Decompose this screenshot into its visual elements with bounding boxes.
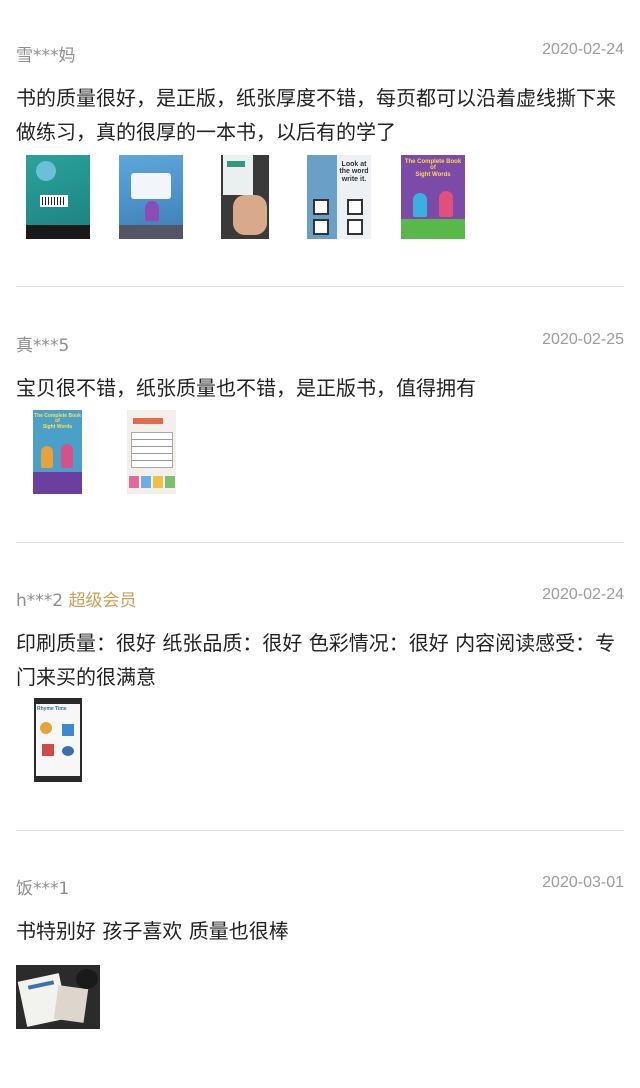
review-photo-thumbnail[interactable]: [26, 155, 90, 239]
review-photo-thumbnail[interactable]: [221, 155, 269, 239]
review-text: 印刷质量：很好 纸张品质：很好 色彩情况：很好 内容阅读感受：专门来买的很满意: [16, 631, 616, 689]
review-photo-thumbnail[interactable]: [16, 965, 100, 1029]
review-text: 宝贝很不错，纸张质量也不错，是正版书，值得拥有: [16, 376, 476, 400]
review-date: 2020-02-24: [542, 586, 624, 603]
reviewer-name: 饭***1: [16, 879, 70, 899]
review-divider: [16, 542, 624, 543]
review-photo-thumbnail[interactable]: The Complete Book of Sight Words: [401, 155, 465, 239]
review-photo-thumbnail[interactable]: Look at the word write it.: [307, 155, 371, 239]
review-text: 书的质量很好，是正版，纸张厚度不错，每页都可以沿着虚线撕下来做练习，真的很厚的一…: [16, 86, 616, 144]
review-date: 2020-02-25: [542, 331, 624, 348]
review-text: 书特别好 孩子喜欢 质量也很棒: [16, 919, 289, 943]
review-date: 2020-02-24: [542, 41, 624, 58]
review-photo-thumbnail[interactable]: Rhyme Time: [34, 698, 82, 782]
review-photo-thumbnail[interactable]: [127, 410, 176, 494]
reviewer-name: 真***5: [16, 336, 70, 356]
review-photo-thumbnail[interactable]: The Complete Book of Sight Words: [33, 410, 82, 494]
reviewer-name: h***2 超级会员: [16, 591, 137, 611]
review-divider: [16, 830, 624, 831]
review-photo-thumbnail[interactable]: [119, 155, 183, 239]
reviewer-name: 雪***妈: [16, 46, 76, 66]
review-date: 2020-03-01: [542, 874, 624, 891]
member-badge: 超级会员: [68, 591, 137, 611]
review-divider: [16, 286, 624, 287]
